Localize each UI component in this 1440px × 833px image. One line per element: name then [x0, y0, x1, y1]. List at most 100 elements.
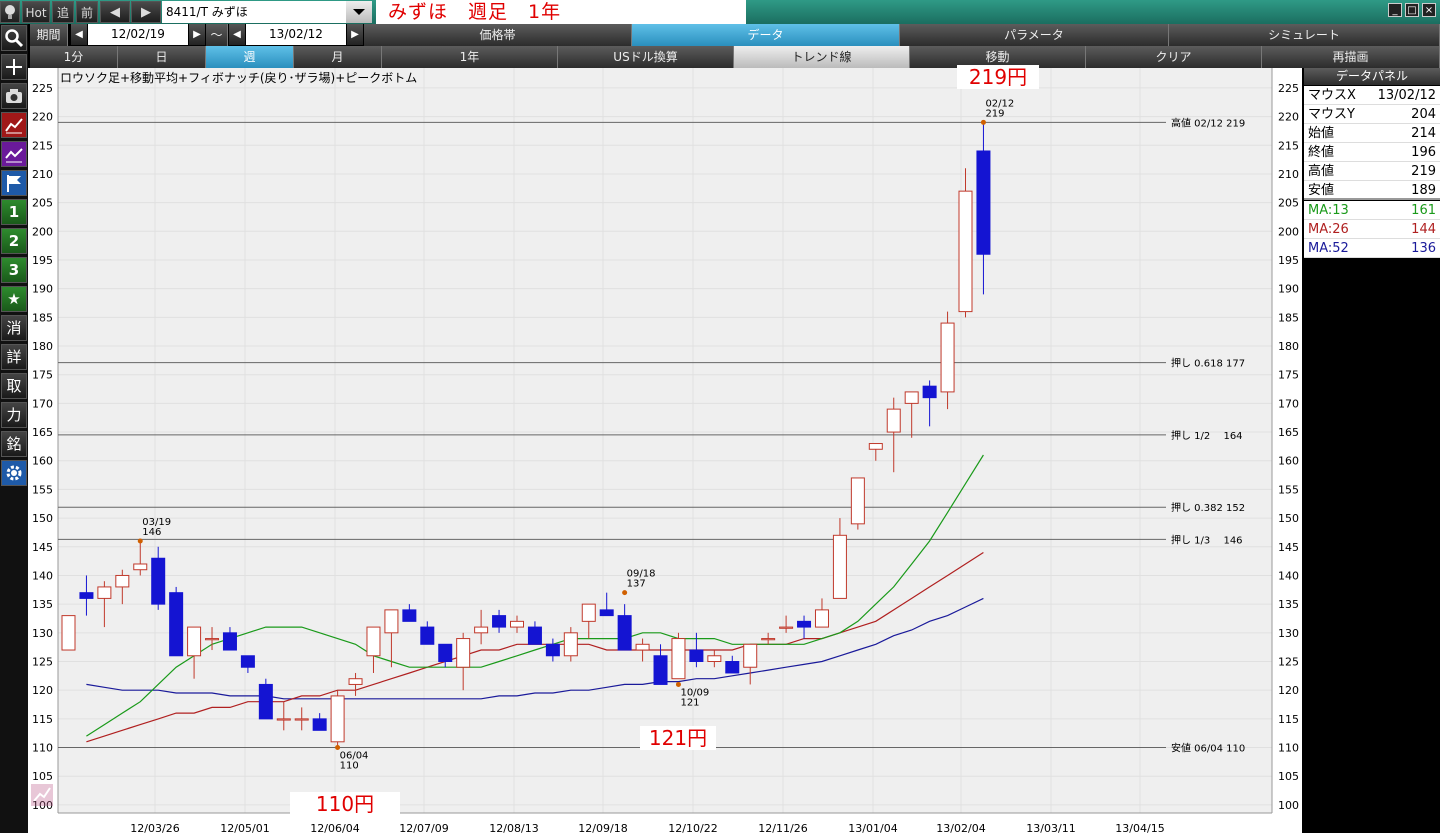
- redraw-button[interactable]: 再描画: [1262, 46, 1440, 68]
- tab-parameter[interactable]: パラメータ: [900, 24, 1169, 46]
- y-tick-label-left: 220: [32, 111, 53, 124]
- to-date-input[interactable]: 13/02/12: [246, 24, 346, 45]
- candlestick-chart[interactable]: 1001001051051101101151151201201251251301…: [28, 68, 1302, 833]
- peak-marker: [675, 681, 681, 687]
- candle-body-down: [492, 615, 507, 628]
- candle-body-up: [779, 626, 794, 629]
- trade-button[interactable]: 取: [1, 373, 27, 399]
- candle-body-up: [886, 408, 901, 433]
- candle-body-up: [707, 655, 722, 662]
- detail-button[interactable]: 詳: [1, 344, 27, 370]
- usd-convert-button[interactable]: USドル換算: [558, 46, 734, 68]
- tab-price-zone[interactable]: 価格帯: [364, 24, 632, 46]
- flag-tool-button[interactable]: [1, 170, 27, 196]
- y-tick-label-left: 215: [32, 139, 53, 152]
- tab-data[interactable]: データ: [632, 24, 900, 46]
- y-tick-label-right: 145: [1278, 541, 1299, 554]
- chart-purple-icon: [5, 148, 23, 163]
- tab-weekly[interactable]: 週: [206, 46, 294, 68]
- settings-button[interactable]: [1, 460, 27, 486]
- panel-key: MA:26: [1308, 222, 1349, 237]
- chart-red-tool-button[interactable]: [1, 112, 27, 138]
- y-tick-label-left: 145: [32, 541, 53, 554]
- left-toolbar: 1 2 3 ★ 消 詳 取 力 銘: [0, 24, 28, 833]
- candle-body-down: [545, 643, 560, 657]
- fibonacci-label: 押し 0.618 177: [1171, 357, 1245, 370]
- mae-button[interactable]: 前: [76, 1, 98, 23]
- candle-body-down: [617, 615, 632, 651]
- erase-button[interactable]: 消: [1, 315, 27, 341]
- peak-marker: [335, 745, 341, 751]
- y-tick-label-left: 180: [32, 340, 53, 353]
- y-tick-label-left: 135: [32, 598, 53, 611]
- tab-daily[interactable]: 日: [118, 46, 206, 68]
- from-prev-button[interactable]: ◀: [71, 24, 87, 45]
- chart-purple-tool-button[interactable]: [1, 141, 27, 167]
- plot-area: [58, 68, 1272, 813]
- y-tick-label-right: 165: [1278, 426, 1299, 439]
- tab-1min[interactable]: 1分: [30, 46, 118, 68]
- peak-marker: [137, 538, 143, 544]
- next-button[interactable]: ▶: [131, 1, 161, 23]
- hot-button[interactable]: Hot: [22, 1, 50, 23]
- chart-area[interactable]: 1001001051051101101151151201201251251301…: [28, 65, 1302, 833]
- tab-1year[interactable]: 1年: [382, 46, 558, 68]
- x-tick-label: 12/06/04: [310, 822, 359, 833]
- favorite-button[interactable]: ★: [1, 286, 27, 312]
- clear-button[interactable]: クリア: [1086, 46, 1262, 68]
- y-tick-label-left: 120: [32, 684, 53, 697]
- preset-1-button[interactable]: 1: [1, 199, 27, 225]
- trendline-button[interactable]: トレンド線: [734, 46, 910, 68]
- preset-3-button[interactable]: 3: [1, 257, 27, 283]
- close-button[interactable]: ×: [1422, 3, 1436, 17]
- y-tick-label-right: 225: [1278, 82, 1299, 95]
- panel-row-mouse-x: マウスX 13/02/12: [1304, 86, 1440, 105]
- y-tick-label-left: 175: [32, 369, 53, 382]
- search-icon: [5, 29, 24, 48]
- from-date-input[interactable]: 12/02/19: [88, 24, 188, 45]
- bulb-icon[interactable]: [0, 1, 20, 23]
- candle-body-up: [868, 443, 883, 450]
- period-label: 期間: [30, 24, 68, 46]
- tab-monthly[interactable]: 月: [294, 46, 382, 68]
- stock-button[interactable]: 銘: [1, 431, 27, 457]
- bulb-icon: [5, 5, 15, 19]
- candle-body-down: [169, 592, 184, 657]
- minimize-button[interactable]: _: [1388, 3, 1402, 17]
- y-tick-label-right: 215: [1278, 139, 1299, 152]
- x-tick-label: 12/03/26: [130, 822, 179, 833]
- chart-line-icon: [5, 118, 23, 134]
- fibonacci-label: 押し 0.382 152: [1171, 501, 1245, 514]
- y-tick-label-right: 130: [1278, 627, 1299, 640]
- y-tick-label-right: 200: [1278, 225, 1299, 238]
- to-next-button[interactable]: ▶: [347, 24, 363, 45]
- symbol-input[interactable]: 8411/T みずほ: [162, 1, 346, 23]
- maximize-button[interactable]: □: [1405, 3, 1419, 17]
- panel-row-high: 高値 219: [1304, 162, 1440, 181]
- y-tick-label-right: 125: [1278, 656, 1299, 669]
- add-tool-button[interactable]: [1, 54, 27, 80]
- y-tick-label-left: 105: [32, 770, 53, 783]
- preset-2-button[interactable]: 2: [1, 228, 27, 254]
- camera-tool-button[interactable]: [1, 83, 27, 109]
- y-tick-label-left: 185: [32, 311, 53, 324]
- y-tick-label-right: 150: [1278, 512, 1299, 525]
- tsui-button[interactable]: 追: [52, 1, 74, 23]
- y-tick-label-right: 190: [1278, 283, 1299, 296]
- candle-body-up: [330, 695, 345, 743]
- panel-row-ma52: MA:52 136: [1304, 239, 1440, 258]
- candle-body-down: [420, 626, 435, 645]
- symbol-dropdown-button[interactable]: [346, 1, 372, 23]
- input-button[interactable]: 力: [1, 402, 27, 428]
- top-bar: Hot 追 前 ◀ ▶ 8411/T みずほ みずほ 週足 1年 _ □ ×: [0, 0, 1440, 24]
- period-tilde: ～: [206, 24, 228, 46]
- tab-simulate[interactable]: シミュレート: [1169, 24, 1440, 46]
- to-prev-button[interactable]: ◀: [229, 24, 245, 45]
- search-tool-button[interactable]: [1, 25, 27, 51]
- y-tick-label-right: 195: [1278, 254, 1299, 267]
- from-next-button[interactable]: ▶: [189, 24, 205, 45]
- y-tick-label-left: 205: [32, 197, 53, 210]
- candle-body-up: [635, 643, 650, 651]
- prev-button[interactable]: ◀: [100, 1, 130, 23]
- candle-body-up: [187, 626, 202, 657]
